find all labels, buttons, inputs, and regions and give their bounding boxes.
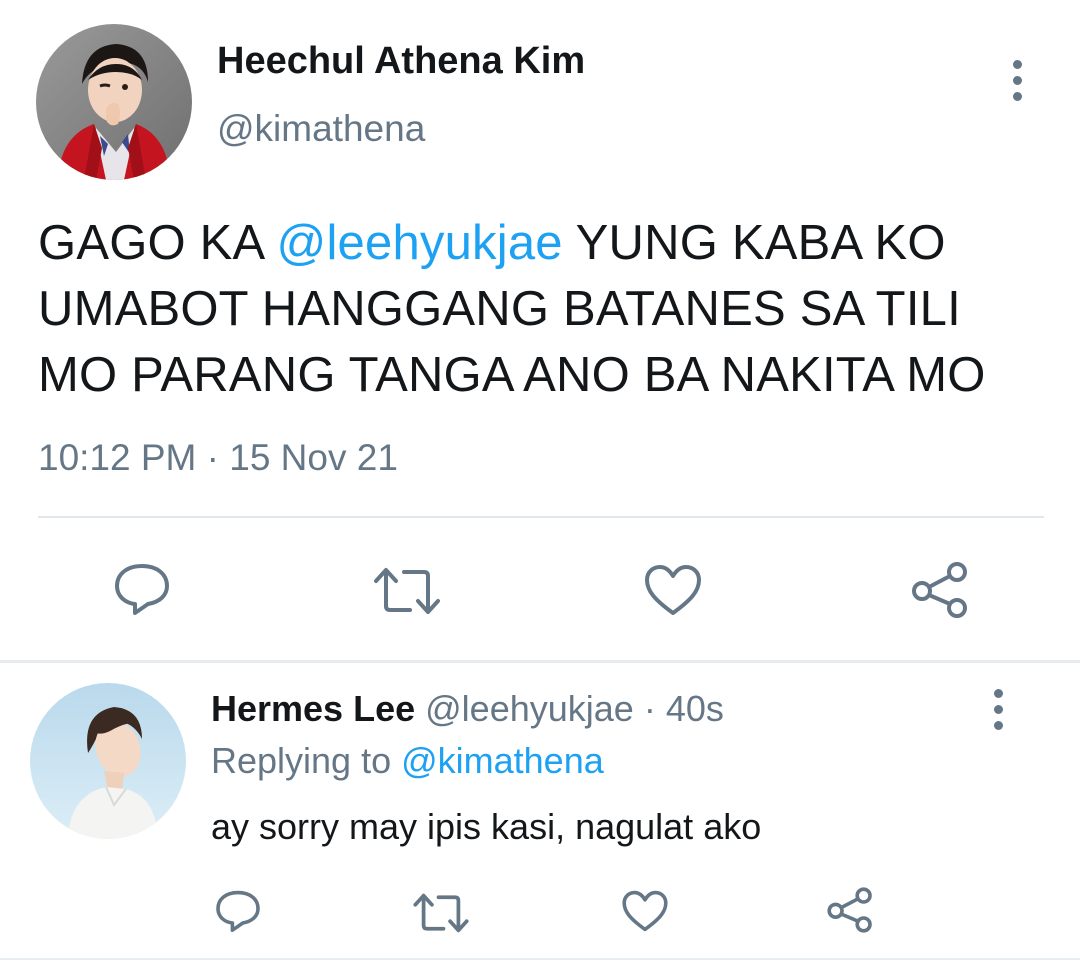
more-dot: [993, 705, 1003, 714]
more-options-button[interactable]: [1007, 60, 1027, 101]
reply-author-handle[interactable]: @leehyukjae: [425, 688, 634, 729]
tweet-text-segment: YUNG KABA KO: [562, 216, 946, 270]
replying-to: Replying to @kimathena: [211, 740, 604, 782]
retweet-button[interactable]: [372, 566, 442, 616]
main-tweet: Heechul Athena Kim @kimathena GAGO KA @l…: [0, 0, 1080, 660]
reply-like-button[interactable]: [621, 889, 669, 933]
replying-to-label: Replying to: [211, 740, 402, 781]
tweet-text: GAGO KA @leehyukjae YUNG KABA KO UMABOT …: [38, 210, 1058, 408]
reply-icon: [216, 890, 260, 932]
heart-icon: [645, 565, 701, 615]
heart-icon: [622, 890, 668, 932]
reply-header: Hermes Lee @leehyukjae · 40s: [211, 688, 724, 730]
reply-more-options-button[interactable]: [988, 689, 1008, 730]
reply-retweet-button[interactable]: [412, 892, 470, 934]
tweet-timestamp[interactable]: 10:12 PM · 15 Nov 21: [38, 437, 398, 479]
separator-dot: ·: [633, 688, 666, 729]
more-dot: [993, 689, 1003, 698]
author-avatar[interactable]: [36, 24, 192, 180]
divider: [38, 516, 1044, 518]
reply-author-avatar[interactable]: [30, 683, 186, 839]
share-icon: [827, 887, 872, 933]
more-dot: [1012, 76, 1022, 85]
reply-icon: [115, 564, 169, 615]
mention-link[interactable]: @leehyukjae: [277, 216, 563, 270]
tweet-text-line: UMABOT HANGGANG BATANES SA TILI: [38, 282, 961, 336]
divider: [0, 958, 1080, 960]
more-dot: [1012, 92, 1022, 101]
reply-share-button[interactable]: [826, 886, 874, 934]
share-icon: [912, 562, 967, 618]
retweet-icon: [413, 893, 469, 933]
retweet-icon: [374, 568, 440, 614]
share-button[interactable]: [910, 560, 970, 620]
replying-to-mention[interactable]: @kimathena: [401, 740, 604, 781]
like-button[interactable]: [643, 563, 703, 617]
reply-reply-button[interactable]: [214, 889, 262, 933]
author-display-name[interactable]: Heechul Athena Kim: [217, 40, 585, 83]
tweet-text-line: GAGO KA @leehyukjae YUNG KABA KO: [38, 210, 1058, 276]
author-handle[interactable]: @kimathena: [217, 108, 425, 150]
more-dot: [1012, 60, 1022, 69]
more-dot: [993, 721, 1003, 730]
reply-text: ay sorry may ipis kasi, nagulat ako: [211, 806, 762, 847]
reply-timestamp[interactable]: 40s: [666, 688, 724, 729]
reply-button[interactable]: [112, 562, 172, 616]
thread-divider: [0, 660, 1080, 663]
tweet-text-segment: GAGO KA: [38, 216, 277, 270]
reply-author-display-name[interactable]: Hermes Lee: [211, 688, 415, 729]
tweet-text-line: MO PARANG TANGA ANO BA NAKITA MO: [38, 348, 986, 402]
